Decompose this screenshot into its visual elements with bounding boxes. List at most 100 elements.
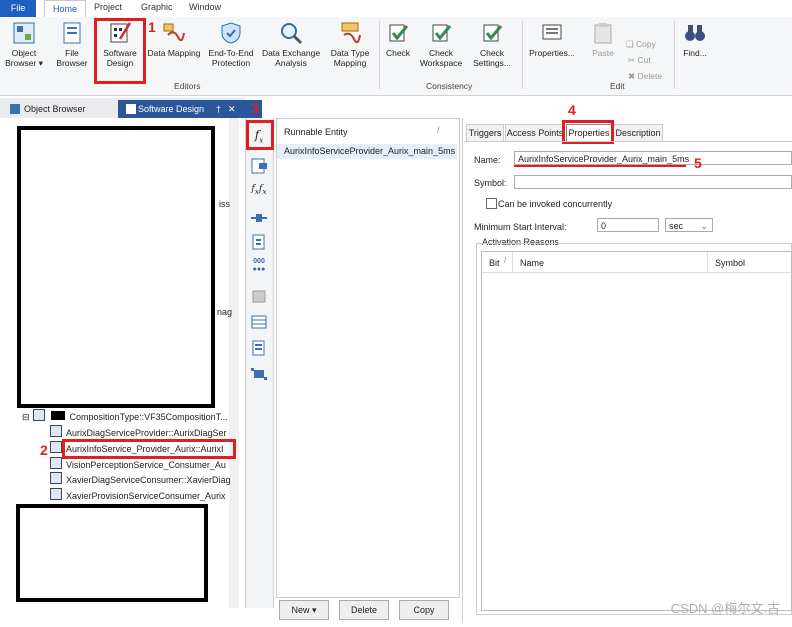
column-divider — [707, 252, 708, 272]
properties-button[interactable]: Properties... — [525, 21, 579, 58]
connector-icon[interactable] — [250, 210, 268, 226]
check-workspace-icon — [432, 24, 452, 42]
data-mapping-icon — [163, 23, 185, 42]
copy-button-label: Copy — [413, 605, 435, 615]
tree-partial-text-2: nag — [217, 307, 233, 317]
clipboard-icon — [594, 23, 612, 44]
tree-composition-row[interactable]: ⊟ CompositionType::VF35CompositionT... — [22, 409, 228, 424]
copy-bottom-button[interactable]: Copy — [399, 600, 449, 620]
check-settings-button[interactable]: Check Settings... — [468, 21, 516, 68]
file-browser-icon — [63, 22, 81, 44]
binary-icon[interactable]: 000 ●●● — [250, 258, 268, 274]
annotation-number-3: 3 — [251, 100, 259, 116]
cut-button[interactable]: ✂ Cut — [628, 55, 651, 66]
menu-file[interactable]: File — [0, 0, 36, 17]
tab-triggers[interactable]: Triggers — [466, 124, 504, 142]
group-consistency-label: Consistency — [426, 81, 473, 91]
data-exchange-label-1: Data Exchange — [261, 48, 321, 58]
runnable-row-label: AurixInfoServiceProvider_Aurix_main_5ms — [284, 146, 456, 156]
menu-graphic[interactable]: Graphic — [141, 2, 173, 12]
symbol-field[interactable] — [514, 175, 792, 189]
tree-item[interactable]: XavierDiagServiceConsumer::XavierDiag — [50, 472, 231, 487]
pin-icon[interactable]: † — [216, 100, 221, 118]
name-field[interactable]: AurixInfoServiceProvider_Aurix_main_5ms — [514, 151, 792, 165]
delete-x-icon: ✖ — [628, 71, 636, 81]
tree-item[interactable]: XavierProvisionServiceConsumer_Aurix — [50, 488, 226, 503]
object-browser-icon — [13, 22, 35, 44]
close-icon[interactable]: ✕ — [228, 100, 236, 118]
runnable-sort-indicator: / — [437, 125, 440, 135]
annotation-number-4: 4 — [568, 102, 576, 118]
annotation-number-1: 1 — [148, 19, 156, 35]
check-button[interactable]: Check — [382, 21, 414, 58]
ribbon-separator — [522, 21, 523, 89]
find-button[interactable]: Find... — [680, 21, 710, 58]
collapse-icon: ⊟ — [22, 412, 30, 422]
check-icon — [389, 24, 409, 42]
paste-button[interactable]: Paste — [588, 21, 618, 58]
check-workspace-button[interactable]: Check Workspace — [418, 21, 464, 68]
grey-box-icon[interactable] — [250, 288, 268, 304]
unit-select[interactable]: sec ⌄ — [665, 218, 713, 232]
runnable-row-selected[interactable]: AurixInfoServiceProvider_Aurix_main_5ms — [277, 144, 457, 159]
column-symbol[interactable]: Symbol — [715, 258, 745, 268]
port-icon[interactable] — [250, 158, 268, 174]
properties-label: Properties... — [529, 48, 575, 58]
check-settings-label-1: Check — [479, 48, 505, 58]
new-dropdown-icon: ▾ — [312, 605, 317, 615]
group-edit-label: Edit — [610, 81, 625, 91]
delete-ribbon-button[interactable]: ✖ Delete — [628, 71, 662, 82]
table-icon[interactable] — [250, 314, 268, 330]
data-exchange-analysis-button[interactable]: Data Exchange Analysis — [260, 21, 322, 68]
end-to-end-label-1: End-To-End — [208, 48, 254, 58]
object-browser-label-2: Browser ▾ — [5, 58, 43, 68]
function-mapping-icon[interactable]: fxfx — [250, 184, 268, 200]
tree-item-label: XavierDiagServiceConsumer::XavierDiag — [66, 475, 231, 485]
column-divider — [512, 252, 513, 272]
cluster-icon[interactable] — [250, 366, 268, 382]
end-to-end-protection-button[interactable]: End-To-End Protection — [206, 21, 256, 68]
component-icon — [50, 457, 62, 469]
data-mapping-label: Data Mapping — [147, 48, 201, 58]
min-start-field[interactable]: 0 — [597, 218, 659, 232]
check-label: Check — [385, 48, 411, 58]
column-bit[interactable]: Bit — [489, 258, 500, 268]
end-to-end-label-2: Protection — [211, 58, 251, 68]
name-label: Name: — [474, 155, 501, 165]
runnable-list-header: Runnable Entity — [284, 127, 348, 137]
list-icon[interactable] — [250, 340, 268, 356]
ribbon-separator — [674, 21, 675, 89]
document-icon[interactable] — [250, 234, 268, 250]
new-button[interactable]: New ▾ — [279, 600, 329, 620]
menu-project[interactable]: Project — [94, 2, 122, 12]
software-design-tab-icon — [126, 104, 136, 114]
tree-item[interactable]: AurixDiagServiceProvider::AurixDiagSer — [50, 425, 227, 440]
menu-window[interactable]: Window — [189, 2, 221, 12]
symbol-label: Symbol: — [474, 178, 507, 188]
shield-icon — [221, 22, 241, 44]
tab-object-browser[interactable]: Object Browser — [4, 100, 134, 118]
data-exchange-label-2: Analysis — [275, 58, 307, 68]
tab-description[interactable]: Description — [613, 124, 663, 142]
object-browser-button[interactable]: Object Browser ▾ — [2, 21, 46, 68]
tree-scrollbar[interactable] — [229, 118, 239, 608]
tab-software-design-label: Software Design — [138, 104, 205, 114]
data-type-mapping-button[interactable]: Data Type Mapping — [326, 21, 374, 68]
column-bit-sort: / — [504, 256, 507, 265]
watermark: CSDN @梅尔文.古 — [670, 601, 780, 616]
copy-button[interactable]: ❏ Copy — [626, 39, 656, 50]
tree-item[interactable]: VisionPerceptionService_Consumer_Au — [50, 457, 226, 472]
annotation-number-5: 5 — [694, 155, 702, 171]
file-browser-button[interactable]: File Browser — [52, 21, 92, 68]
object-browser-tab-icon — [10, 104, 20, 114]
concurrent-checkbox[interactable] — [486, 198, 497, 209]
copy-label: Copy — [636, 39, 656, 49]
tab-access-points[interactable]: Access Points — [505, 124, 565, 142]
column-name[interactable]: Name — [520, 258, 544, 268]
annotation-underline-5 — [514, 165, 686, 167]
concurrent-label: Can be invoked concurrently — [498, 199, 613, 209]
component-icon — [50, 472, 62, 484]
tab-software-design[interactable]: Software Design † ✕ — [118, 100, 262, 118]
delete-button[interactable]: Delete — [339, 600, 389, 620]
composition-icon — [32, 409, 45, 421]
